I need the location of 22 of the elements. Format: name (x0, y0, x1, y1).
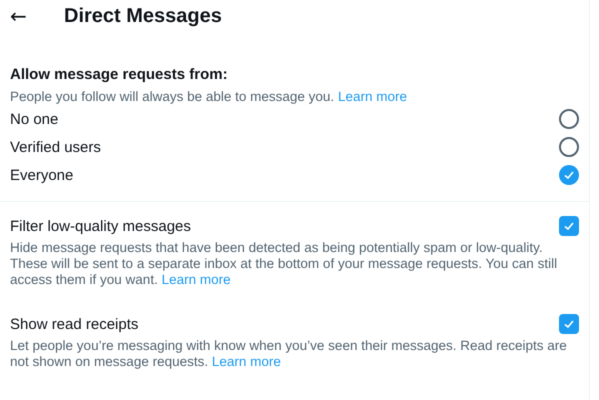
option-label: Everyone (10, 166, 74, 184)
learn-more-link[interactable]: Learn more (338, 89, 407, 104)
setting-label: Show read receipts (10, 316, 138, 332)
learn-more-link[interactable]: Learn more (162, 272, 231, 287)
section-note: People you follow will always be able to message you. Learn more (10, 89, 408, 105)
checkbox[interactable] (559, 314, 579, 334)
checkbox[interactable] (559, 216, 579, 236)
check-icon (563, 169, 575, 181)
learn-more-link[interactable]: Learn more (212, 354, 281, 369)
section-heading: Allow message requests from: (10, 66, 229, 83)
back-button[interactable]: ← (10, 6, 64, 26)
radio-button[interactable] (559, 165, 579, 185)
setting-description: Hide message requests that have been detected as being potentially spam or low-quality. These will be sent to a separate inbox at the bottom of your message requests. You can still access them if you want. Learn more (10, 240, 558, 288)
radio-button[interactable] (559, 109, 579, 129)
radio-button[interactable] (559, 137, 579, 157)
setting-description: Let people you’re messaging with know when you’ve seen their messages. Read receipts are not shown on message requests. Learn more (10, 338, 568, 370)
setting-label: Filter low-quality messages (10, 218, 191, 234)
page-title: Direct Messages (64, 4, 222, 28)
option-label: No one (10, 110, 58, 128)
check-icon (563, 318, 575, 330)
option-label: Verified users (10, 138, 101, 156)
check-icon (563, 220, 575, 232)
